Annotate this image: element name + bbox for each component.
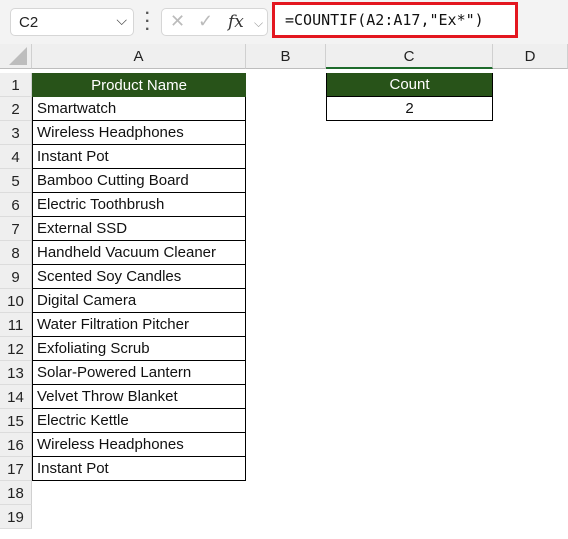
product-cell[interactable]: Digital Camera xyxy=(32,289,246,313)
row-header-8[interactable]: 8 xyxy=(0,241,32,265)
formula-toolbar: C2 ⌵ · · · ✕ ✓ fx ⌵ =COUNTIF(A2:A17,"Ex*") xyxy=(0,0,568,44)
product-cell[interactable]: Instant Pot xyxy=(32,457,246,481)
select-all-corner[interactable] xyxy=(0,44,32,69)
row-header-12[interactable]: 12 xyxy=(0,337,32,361)
row-header-5[interactable]: 5 xyxy=(0,169,32,193)
product-cell[interactable]: Instant Pot xyxy=(32,145,246,169)
row-header-14[interactable]: 14 xyxy=(0,385,32,409)
row-header-11[interactable]: 11 xyxy=(0,313,32,337)
row-header-17[interactable]: 17 xyxy=(0,457,32,481)
product-cell[interactable]: Electric Kettle xyxy=(32,409,246,433)
formula-buttons: ✕ ✓ fx ⌵ xyxy=(161,8,268,36)
column-header-a[interactable]: A xyxy=(32,44,246,69)
enter-icon[interactable]: ✓ xyxy=(198,11,213,32)
product-cell[interactable]: External SSD xyxy=(32,217,246,241)
row-header-19[interactable]: 19 xyxy=(0,505,32,529)
product-cell[interactable]: Scented Soy Candles xyxy=(32,265,246,289)
select-all-icon xyxy=(9,47,27,65)
row-header-13[interactable]: 13 xyxy=(0,361,32,385)
column-header-c[interactable]: C xyxy=(326,44,493,69)
cancel-icon[interactable]: ✕ xyxy=(170,11,185,32)
row-header-10[interactable]: 10 xyxy=(0,289,32,313)
column-header-b[interactable]: B xyxy=(246,44,326,69)
name-box[interactable]: C2 ⌵ xyxy=(10,8,134,36)
column-header-d[interactable]: D xyxy=(493,44,568,69)
row-header-2[interactable]: 2 xyxy=(0,97,32,121)
formula-text: =COUNTIF(A2:A17,"Ex*") xyxy=(285,11,484,29)
row-header-6[interactable]: 6 xyxy=(0,193,32,217)
row-header-15[interactable]: 15 xyxy=(0,409,32,433)
product-cell[interactable]: Electric Toothbrush xyxy=(32,193,246,217)
formula-bar[interactable]: =COUNTIF(A2:A17,"Ex*") xyxy=(272,2,518,38)
product-cell[interactable]: Handheld Vacuum Cleaner xyxy=(32,241,246,265)
row-header-16[interactable]: 16 xyxy=(0,433,32,457)
product-cell[interactable]: Wireless Headphones xyxy=(32,121,246,145)
product-cell[interactable]: Velvet Throw Blanket xyxy=(32,385,246,409)
row-header-7[interactable]: 7 xyxy=(0,217,32,241)
row-header-1[interactable]: 1 xyxy=(0,73,32,97)
product-cell[interactable]: Water Filtration Pitcher xyxy=(32,313,246,337)
insert-function-icon[interactable]: fx xyxy=(228,12,244,32)
row-header-3[interactable]: 3 xyxy=(0,121,32,145)
chevron-down-icon[interactable]: ⌵ xyxy=(254,16,263,31)
name-box-value: C2 xyxy=(19,14,39,31)
chevron-down-icon[interactable]: ⌵ xyxy=(116,12,127,29)
row-header-9[interactable]: 9 xyxy=(0,265,32,289)
cell-c1-header[interactable]: Count xyxy=(326,73,493,97)
row-header-4[interactable]: 4 xyxy=(0,145,32,169)
count-result-cell[interactable]: 2 xyxy=(326,97,493,121)
product-cell[interactable]: Wireless Headphones xyxy=(32,433,246,457)
more-options-icon[interactable]: · · · xyxy=(145,6,150,38)
product-cell[interactable]: Solar-Powered Lantern xyxy=(32,361,246,385)
row-header-18[interactable]: 18 xyxy=(0,481,32,505)
cell-a1-header[interactable]: Product Name xyxy=(32,73,246,97)
product-cell[interactable]: Smartwatch xyxy=(32,97,246,121)
product-cell[interactable]: Bamboo Cutting Board xyxy=(32,169,246,193)
product-cell[interactable]: Exfoliating Scrub xyxy=(32,337,246,361)
